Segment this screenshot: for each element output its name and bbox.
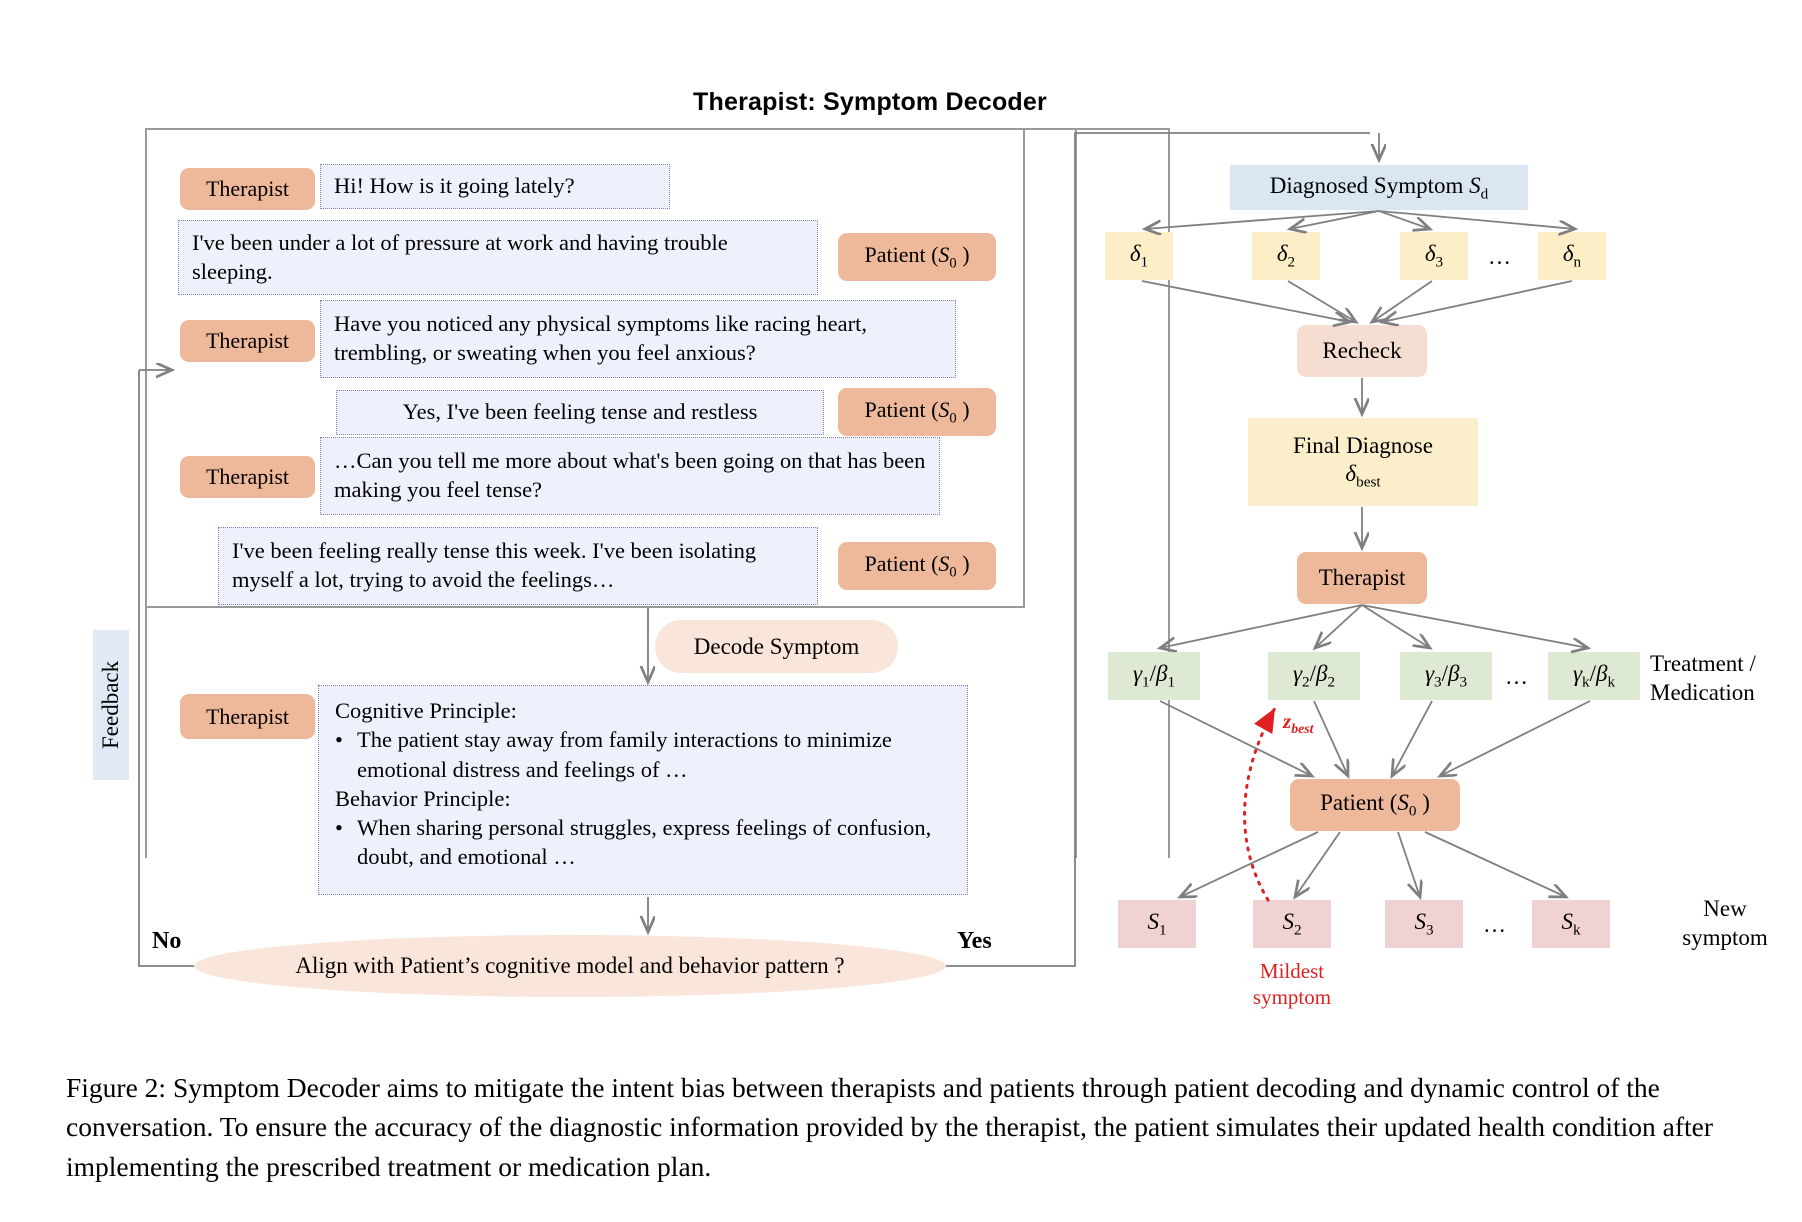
chat-role-patient-3: Patient (S0 ) <box>838 542 996 590</box>
new-symptom-line2: symptom <box>1682 924 1768 950</box>
treatment-caption-line1: Treatment / <box>1650 651 1756 676</box>
node-final-diagnose: Final Diagnose δbest <box>1248 418 1478 506</box>
node-treatment-2: γ2/β2 <box>1268 652 1360 700</box>
delta-3-text: δ3 <box>1424 241 1444 271</box>
figure-canvas: Therapist: Symptom Decoder Therapist Hi!… <box>0 0 1802 1222</box>
treatment-medication-caption: Treatment / Medication <box>1650 650 1800 708</box>
node-delta-1: δ1 <box>1105 232 1173 280</box>
decision-node: Align with Patient’s cognitive model and… <box>194 935 946 997</box>
bullet-glyph-1: • <box>335 727 343 753</box>
node-patient-flow: Patient (S0 ) <box>1290 779 1460 831</box>
symptom-2-text: S2 <box>1282 909 1302 939</box>
node-treatment-1: γ1/β1 <box>1108 652 1200 700</box>
feedback-label: Feedback <box>93 630 129 780</box>
node-delta-2: δ2 <box>1252 232 1320 280</box>
chat-bubble-3: Have you noticed any physical symptoms l… <box>320 300 956 378</box>
patient-label-text-2: Patient (S0 ) <box>864 396 970 427</box>
chat-role-patient-1: Patient (S0 ) <box>838 233 996 281</box>
chat-bubble-1: Hi! How is it going lately? <box>320 164 670 209</box>
behavior-principle-heading: Behavior Principle: <box>335 785 511 811</box>
cognitive-principle-text: The patient stay away from family intera… <box>357 727 892 782</box>
node-delta-3: δ3 <box>1400 232 1468 280</box>
node-symptom-k: Sk <box>1532 900 1610 948</box>
behavior-principle-bullet: • When sharing personal struggles, expre… <box>335 813 951 872</box>
treatment-ellipsis: … <box>1505 664 1528 689</box>
decode-role-therapist: Therapist <box>180 694 315 739</box>
mildest-line2: symptom <box>1252 985 1332 1010</box>
node-symptom-3: S3 <box>1385 900 1463 948</box>
branch-label-yes: Yes <box>957 928 992 954</box>
chat-bubble-5: …Can you tell me more about what's been … <box>320 437 940 515</box>
node-delta-n: δn <box>1538 232 1606 280</box>
treatment-3-text: γ3/β3 <box>1424 661 1468 691</box>
figure-heading-text: Therapist: Symptom Decoder <box>693 88 1047 116</box>
node-treatment-k: γk/βk <box>1548 652 1640 700</box>
final-diagnose-title: Final Diagnose <box>1293 433 1433 459</box>
node-symptom-1: S1 <box>1118 900 1196 948</box>
treatment-1-text: γ1/β1 <box>1132 661 1176 691</box>
node-treatment-3: γ3/β3 <box>1400 652 1492 700</box>
node-therapist-flow: Therapist <box>1297 552 1427 604</box>
symptom-k-text: Sk <box>1561 909 1581 939</box>
new-symptom-caption: New symptom <box>1650 895 1800 953</box>
cognitive-principle-bullet: • The patient stay away from family inte… <box>335 725 951 784</box>
z-best-label: zbest <box>1283 709 1314 737</box>
right-panel-frame <box>1075 128 1077 858</box>
decode-symptom-pill: Decode Symptom <box>655 620 898 673</box>
behavior-principle-text: When sharing personal struggles, express… <box>357 815 932 870</box>
chat-bubble-6: I've been feeling really tense this week… <box>218 527 818 605</box>
symptom-3-text: S3 <box>1414 909 1434 939</box>
branch-label-no: No <box>152 928 182 954</box>
delta-ellipsis: … <box>1488 244 1511 269</box>
treatment-k-text: γk/βk <box>1572 661 1616 691</box>
new-symptom-line1: New <box>1703 896 1747 921</box>
node-diagnosed-symptom-text: Diagnosed Symptom Sd <box>1269 172 1489 203</box>
bullet-glyph-2: • <box>335 815 343 840</box>
delta-1-text: δ1 <box>1129 241 1149 271</box>
chat-bubble-4: Yes, I've been feeling tense and restles… <box>336 390 824 435</box>
principle-box: Cognitive Principle: • The patient stay … <box>318 685 968 895</box>
patient-label-text-3: Patient (S0 ) <box>864 550 970 581</box>
node-symptom-2: S2 <box>1253 900 1331 948</box>
treatment-2-text: γ2/β2 <box>1292 661 1336 691</box>
symptom-ellipsis: … <box>1483 912 1506 937</box>
chat-role-therapist-2: Therapist <box>180 320 315 362</box>
cognitive-principle-heading: Cognitive Principle: <box>335 698 517 723</box>
figure-heading: Therapist: Symptom Decoder <box>0 88 1802 117</box>
delta-2-text: δ2 <box>1276 241 1296 271</box>
chat-role-patient-2: Patient (S0 ) <box>838 388 996 436</box>
mildest-line1: Mildest <box>1259 959 1325 983</box>
symptom-1-text: S1 <box>1147 909 1167 939</box>
mildest-symptom-label: Mildest symptom <box>1227 958 1357 1011</box>
treatment-caption-line2: Medication <box>1650 679 1755 705</box>
final-diagnose-symbol: δbest <box>1345 460 1381 491</box>
chat-bubble-2: I've been under a lot of pressure at wor… <box>178 220 818 295</box>
patient-label-text: Patient (S0 ) <box>864 241 970 272</box>
node-diagnosed-symptom: Diagnosed Symptom Sd <box>1230 165 1528 210</box>
chat-role-therapist-3: Therapist <box>180 456 315 498</box>
patient-flow-text: Patient (S0 ) <box>1320 790 1430 820</box>
node-recheck: Recheck <box>1297 325 1427 377</box>
figure-caption: Figure 2: Symptom Decoder aims to mitiga… <box>66 1072 1714 1182</box>
chat-role-therapist-1: Therapist <box>180 168 315 210</box>
delta-n-text: δn <box>1562 241 1582 271</box>
